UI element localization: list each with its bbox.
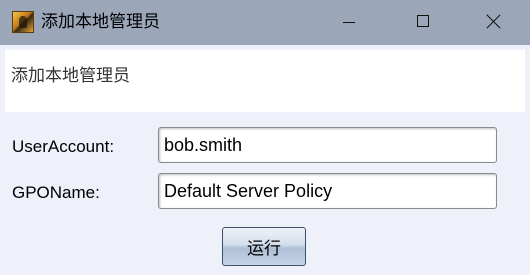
- title-bar[interactable]: 添加本地管理员: [0, 0, 530, 45]
- app-icon: [12, 11, 34, 33]
- run-button[interactable]: 运行: [222, 227, 306, 266]
- minimize-icon: [343, 22, 355, 23]
- window-title: 添加本地管理员: [41, 12, 160, 32]
- app-window: 添加本地管理员 添加本地管理员 UserAccount: GPOName: 运行: [0, 0, 530, 275]
- maximize-icon: [417, 15, 429, 27]
- banner-title: 添加本地管理员: [11, 66, 130, 86]
- user-account-label: UserAccount:: [12, 137, 115, 156]
- close-button[interactable]: [466, 0, 520, 45]
- gpo-name-input[interactable]: [158, 173, 497, 209]
- gpo-name-label: GPOName:: [12, 183, 100, 202]
- minimize-button[interactable]: [322, 0, 376, 45]
- user-account-input[interactable]: [158, 127, 497, 163]
- close-icon: [486, 14, 501, 29]
- maximize-button[interactable]: [396, 0, 450, 45]
- header-banner: 添加本地管理员: [5, 50, 525, 112]
